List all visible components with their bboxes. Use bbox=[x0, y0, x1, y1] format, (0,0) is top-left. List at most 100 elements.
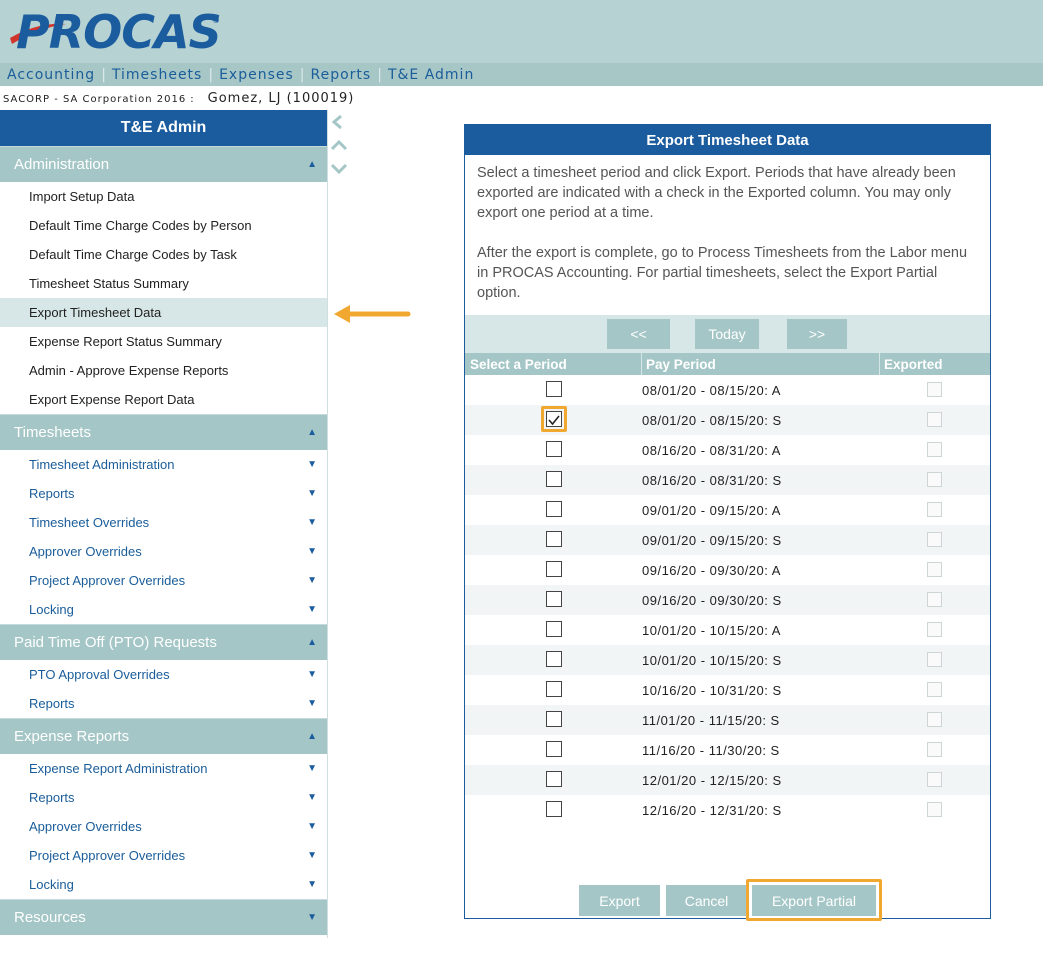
exported-checkbox bbox=[927, 802, 942, 817]
select-period-checkbox[interactable] bbox=[546, 531, 562, 547]
sidebar-controls bbox=[330, 112, 348, 182]
item-label: Approver Overrides bbox=[29, 544, 142, 559]
select-period-checkbox[interactable] bbox=[546, 771, 562, 787]
cancel-button[interactable]: Cancel bbox=[666, 885, 747, 916]
section-timesheets[interactable]: Timesheets ▲ bbox=[0, 414, 327, 450]
table-row: 08/01/20 - 08/15/20: S bbox=[465, 405, 990, 435]
table-row: 09/01/20 - 09/15/20: S bbox=[465, 525, 990, 555]
expand-down-icon: ▼ bbox=[307, 546, 317, 557]
sidebar-item-expense-project-approver-overrides[interactable]: Project Approver Overrides ▼ bbox=[0, 841, 327, 870]
sidebar-item-timesheet-status-summary[interactable]: Timesheet Status Summary bbox=[0, 269, 327, 298]
item-label: Locking bbox=[29, 877, 74, 892]
sidebar-item-timesheet-overrides[interactable]: Timesheet Overrides ▼ bbox=[0, 508, 327, 537]
previous-button[interactable]: << bbox=[607, 319, 670, 349]
export-button[interactable]: Export bbox=[579, 885, 660, 916]
today-button[interactable]: Today bbox=[695, 319, 759, 349]
select-period-checkbox[interactable] bbox=[546, 591, 562, 607]
exported-checkbox bbox=[927, 502, 942, 517]
nav-reports[interactable]: Reports bbox=[311, 67, 372, 83]
exported-checkbox bbox=[927, 652, 942, 667]
nav-te-admin[interactable]: T&E Admin bbox=[388, 67, 474, 83]
exported-checkbox bbox=[927, 382, 942, 397]
sidebar-item-timesheet-reports[interactable]: Reports ▼ bbox=[0, 479, 327, 508]
period-table-body: 08/01/20 - 08/15/20: A 08/01/20 - 08/15/2… bbox=[465, 375, 990, 825]
chevron-down-icon[interactable] bbox=[330, 162, 348, 176]
pay-period-value: 08/16/20 - 08/31/20: S bbox=[642, 472, 782, 488]
select-period-checkbox[interactable] bbox=[546, 561, 562, 577]
pay-period-value: 10/01/20 - 10/15/20: A bbox=[642, 622, 781, 638]
nav-expenses[interactable]: Expenses bbox=[219, 67, 294, 83]
table-row: 08/16/20 - 08/31/20: A bbox=[465, 435, 990, 465]
select-period-checkbox[interactable] bbox=[546, 621, 562, 637]
select-period-checkbox[interactable] bbox=[546, 801, 562, 817]
company-name: SACORP - SA Corporation 2016 bbox=[3, 94, 187, 105]
table-row: 10/01/20 - 10/15/20: A bbox=[465, 615, 990, 645]
expand-down-icon: ▼ bbox=[307, 488, 317, 499]
sidebar-item-expense-approver-overrides[interactable]: Approver Overrides ▼ bbox=[0, 812, 327, 841]
logo-text: PROCAS bbox=[16, 5, 222, 59]
current-user: Gomez, LJ (100019) bbox=[207, 91, 355, 106]
next-button[interactable]: >> bbox=[787, 319, 847, 349]
section-pto-requests[interactable]: Paid Time Off (PTO) Requests ▲ bbox=[0, 624, 327, 660]
section-resources[interactable]: Resources ▼ bbox=[0, 899, 327, 935]
pay-period-value: 09/16/20 - 09/30/20: A bbox=[642, 562, 781, 578]
collapse-left-icon[interactable] bbox=[330, 114, 344, 130]
select-period-checkbox[interactable] bbox=[546, 381, 562, 397]
chevron-up-icon[interactable] bbox=[330, 138, 348, 152]
section-label: Expense Reports bbox=[14, 728, 130, 745]
sidebar-item-locking[interactable]: Locking ▼ bbox=[0, 595, 327, 624]
sidebar-item-approver-overrides[interactable]: Approver Overrides ▼ bbox=[0, 537, 327, 566]
procas-logo[interactable]: PROCAS ® bbox=[8, 8, 228, 56]
sidebar-item-expense-report-administration[interactable]: Expense Report Administration ▼ bbox=[0, 754, 327, 783]
select-period-checkbox[interactable] bbox=[546, 741, 562, 757]
table-row: 08/01/20 - 08/15/20: A bbox=[465, 375, 990, 405]
sidebar-item-expense-reports[interactable]: Reports ▼ bbox=[0, 783, 327, 812]
exported-checkbox bbox=[927, 682, 942, 697]
sidebar-item-timesheet-administration[interactable]: Timesheet Administration ▼ bbox=[0, 450, 327, 479]
expand-down-icon: ▼ bbox=[307, 517, 317, 528]
nav-separator: | bbox=[377, 66, 382, 83]
section-administration[interactable]: Administration ▲ bbox=[0, 146, 327, 182]
exported-checkbox bbox=[927, 592, 942, 607]
sidebar-item-import-setup-data[interactable]: Import Setup Data bbox=[0, 182, 327, 211]
sidebar-item-project-approver-overrides[interactable]: Project Approver Overrides ▼ bbox=[0, 566, 327, 595]
exported-checkbox bbox=[927, 712, 942, 727]
expand-down-icon: ▼ bbox=[307, 698, 317, 709]
sidebar-item-pto-approval-overrides[interactable]: PTO Approval Overrides ▼ bbox=[0, 660, 327, 689]
sidebar-item-default-codes-task[interactable]: Default Time Charge Codes by Task bbox=[0, 240, 327, 269]
column-divider bbox=[641, 353, 642, 375]
expand-down-icon: ▼ bbox=[307, 459, 317, 470]
sidebar-item-expense-locking[interactable]: Locking ▼ bbox=[0, 870, 327, 899]
section-expense-reports[interactable]: Expense Reports ▲ bbox=[0, 718, 327, 754]
exported-checkbox bbox=[927, 412, 942, 427]
expand-down-icon: ▼ bbox=[307, 669, 317, 680]
select-period-checkbox[interactable] bbox=[546, 411, 562, 427]
sidebar-title: T&E Admin bbox=[0, 110, 327, 146]
select-period-checkbox[interactable] bbox=[546, 711, 562, 727]
collapse-up-icon: ▲ bbox=[307, 731, 317, 742]
pay-period-value: 09/16/20 - 09/30/20: S bbox=[642, 592, 782, 608]
sidebar-item-expense-report-status-summary[interactable]: Expense Report Status Summary bbox=[0, 327, 327, 356]
select-period-checkbox[interactable] bbox=[546, 471, 562, 487]
table-row: 10/01/20 - 10/15/20: S bbox=[465, 645, 990, 675]
exported-checkbox bbox=[927, 622, 942, 637]
pay-period-value: 08/01/20 - 08/15/20: S bbox=[642, 412, 782, 428]
select-period-checkbox[interactable] bbox=[546, 651, 562, 667]
exported-checkbox bbox=[927, 772, 942, 787]
select-period-checkbox[interactable] bbox=[546, 501, 562, 517]
select-period-checkbox[interactable] bbox=[546, 441, 562, 457]
sidebar-item-export-expense-report-data[interactable]: Export Expense Report Data bbox=[0, 385, 327, 414]
item-label: Locking bbox=[29, 602, 74, 617]
nav-separator: | bbox=[299, 66, 305, 83]
select-period-checkbox[interactable] bbox=[546, 681, 562, 697]
table-header: Select a Period Pay Period Exported bbox=[465, 353, 990, 375]
nav-accounting[interactable]: Accounting bbox=[7, 67, 95, 83]
sidebar-item-default-codes-person[interactable]: Default Time Charge Codes by Person bbox=[0, 211, 327, 240]
nav-timesheets[interactable]: Timesheets bbox=[112, 67, 202, 83]
item-label: Project Approver Overrides bbox=[29, 573, 186, 588]
sidebar-item-export-timesheet-data[interactable]: Export Timesheet Data bbox=[0, 298, 327, 327]
sidebar-item-admin-approve-expense-reports[interactable]: Admin - Approve Expense Reports bbox=[0, 356, 327, 385]
period-navigation: << Today >> bbox=[465, 315, 990, 353]
sidebar-item-pto-reports[interactable]: Reports ▼ bbox=[0, 689, 327, 718]
table-row: 11/16/20 - 11/30/20: S bbox=[465, 735, 990, 765]
